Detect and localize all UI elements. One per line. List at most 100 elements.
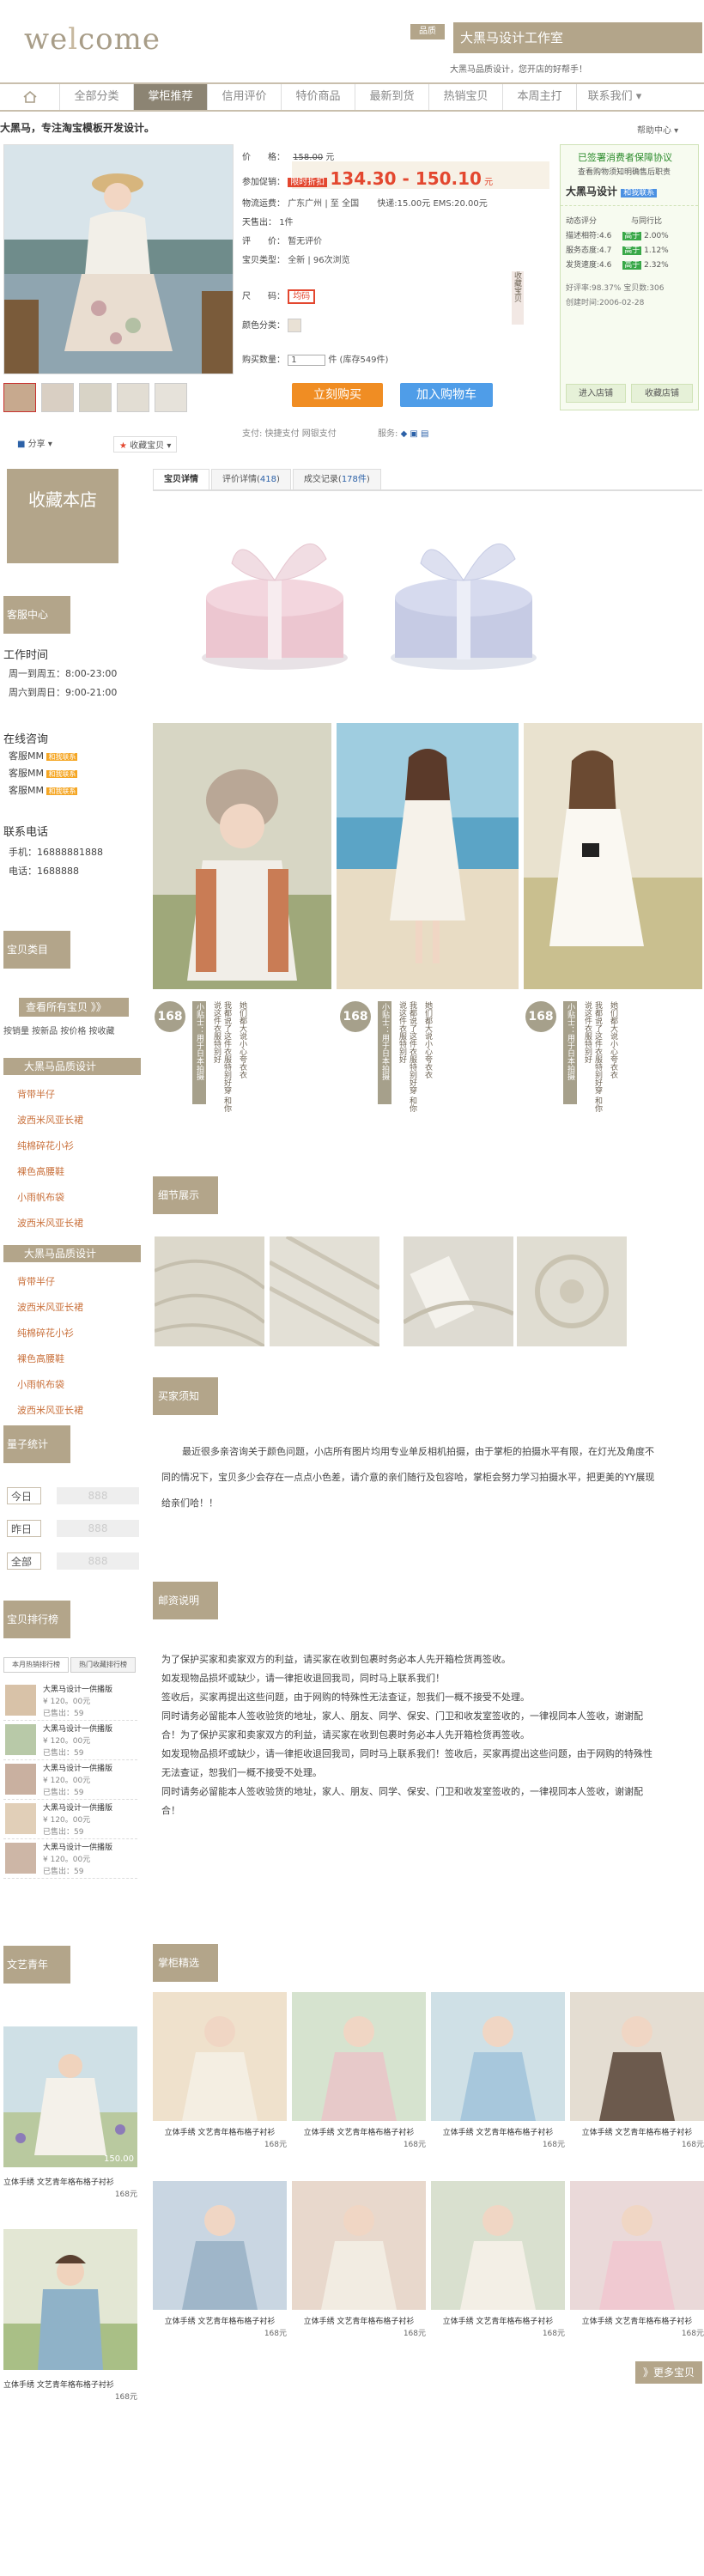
service-head: 客服中心 xyxy=(3,596,70,634)
category-row: 宝贝类型： 全新 | 96次浏览 xyxy=(242,256,350,265)
nav-item[interactable]: 信用评价 xyxy=(208,84,282,110)
notice-head: 买家须知 xyxy=(153,1377,218,1415)
consult-item[interactable]: 客服MM 和我联系 xyxy=(9,781,78,801)
shop-name[interactable]: 大黑马设计工作室 xyxy=(453,22,702,53)
buy-now-button[interactable]: 立刻购买 xyxy=(292,383,383,407)
rank-sold: 已售出：59 xyxy=(43,1710,84,1718)
detail-photo[interactable] xyxy=(517,1236,627,1346)
rank-head: 宝贝排行榜 xyxy=(3,1601,70,1638)
favorite-shop-button[interactable]: 收藏本店 xyxy=(7,469,118,563)
more-button[interactable]: 》更多宝贝 xyxy=(635,2361,702,2384)
enter-shop-button[interactable]: 进入店铺 xyxy=(566,384,626,403)
rank-thumb xyxy=(5,1843,36,1874)
rank-tab-fav[interactable]: 热门收藏排行榜 xyxy=(70,1657,136,1673)
rank-item[interactable]: 大黑马设计一供播版 ¥ 120。00元 已售出：59 xyxy=(3,1839,137,1879)
share-button[interactable]: ■ 分享 ▾ xyxy=(17,436,52,449)
seller-name[interactable]: 大黑马设计 xyxy=(566,185,617,197)
pick-image[interactable] xyxy=(153,2181,287,2310)
detail-photo[interactable] xyxy=(404,1236,513,1346)
rank-thumb xyxy=(5,1764,36,1795)
price-badge: 168 xyxy=(155,1001,185,1032)
product-main-image[interactable] xyxy=(3,144,234,374)
qty-input[interactable]: 1 xyxy=(288,355,326,366)
detail-tabs: 宝贝详情 评价详情(418) 成交记录(178件) xyxy=(153,469,702,491)
guarantee-sub[interactable]: 查看购物须知明确售后职责 xyxy=(561,164,698,177)
rank-title: 大黑马设计一供播版 xyxy=(43,1686,113,1694)
promo-image[interactable]: 150.00 xyxy=(3,2026,137,2167)
pick-caption[interactable]: 立体手绣 文艺青年格布格子衬衫 xyxy=(431,2126,565,2137)
pick-caption[interactable]: 立体手绣 文艺青年格布格子衬衫 xyxy=(153,2315,287,2326)
size-option[interactable]: 均码 xyxy=(288,289,316,304)
nav-home[interactable] xyxy=(0,84,60,110)
sort-links[interactable]: 按销量 按新品 按价格 按收藏 xyxy=(3,1024,115,1036)
rank-price: ¥ 120。00元 xyxy=(43,1816,91,1825)
pick-caption[interactable]: 立体手绣 文艺青年格布格子衬衫 xyxy=(570,2126,704,2137)
pick-caption[interactable]: 立体手绣 文艺青年格布格子衬衫 xyxy=(153,2126,287,2137)
rank-item[interactable]: 大黑马设计一供播版 ¥ 120。00元 已售出：59 xyxy=(3,1721,137,1760)
pick-price: 168元 xyxy=(403,2141,426,2149)
nav-item[interactable]: 热销宝贝 xyxy=(429,84,503,110)
thumbnail[interactable] xyxy=(3,383,36,412)
pick-image[interactable] xyxy=(292,2181,426,2310)
rank-item[interactable]: 大黑马设计一供播版 ¥ 120。00元 已售出：59 xyxy=(3,1760,137,1800)
pick-image[interactable] xyxy=(570,2181,704,2310)
nav-item[interactable]: 本周主打 xyxy=(503,84,577,110)
pick-image[interactable] xyxy=(431,2181,565,2310)
contact-seller[interactable]: 和我联系 xyxy=(621,189,658,197)
guarantee-text: 已签署消费者保障协议 xyxy=(578,152,672,163)
add-to-cart-button[interactable]: 加入购物车 xyxy=(400,383,493,407)
model-photo[interactable] xyxy=(524,723,702,989)
color-swatch[interactable] xyxy=(288,319,302,332)
thumbnail[interactable] xyxy=(155,383,187,412)
collect-side[interactable]: 收藏宝贝 xyxy=(512,271,524,325)
rank-title: 大黑马设计一供播版 xyxy=(43,1844,113,1852)
rank-item[interactable]: 大黑马设计一供播版 ¥ 120。00元 已售出：59 xyxy=(3,1800,137,1839)
shop-badge: 品质 xyxy=(410,24,445,39)
price-badge: 168 xyxy=(525,1001,556,1032)
thumbnail[interactable] xyxy=(41,383,74,412)
price-row: 价 格： 158.00 元 xyxy=(242,153,335,162)
pick-image[interactable] xyxy=(570,1992,704,2121)
promo-image[interactable] xyxy=(3,2229,137,2370)
pick-caption[interactable]: 立体手绣 文艺青年格布格子衬衫 xyxy=(570,2315,704,2326)
notice-text: 最近很多亲咨询关于颜色问题，小店所有图片均用专业单反相机拍摄，由于掌柜的拍摄水平… xyxy=(161,1446,655,1509)
nav-item[interactable]: 全部分类 xyxy=(60,84,134,110)
pick-price: 168元 xyxy=(264,2330,287,2338)
service-row: 服务: ◆ ▣ ▤ xyxy=(378,429,429,439)
help-link[interactable]: 帮助中心 ▾ xyxy=(637,123,678,136)
rank-tab-hot[interactable]: 本月热销排行榜 xyxy=(3,1657,69,1673)
nav-contact[interactable]: 联系我们 ▾ xyxy=(577,84,652,110)
collect-button[interactable]: ★ 收藏宝贝 ▾ xyxy=(113,436,178,453)
category-head: 宝贝类目 xyxy=(3,931,70,969)
detail-photo[interactable] xyxy=(155,1236,264,1346)
nav-item[interactable]: 特价商品 xyxy=(282,84,355,110)
rank-title: 大黑马设计一供播版 xyxy=(43,1804,113,1813)
thumbnail[interactable] xyxy=(79,383,112,412)
thumbnail[interactable] xyxy=(117,383,149,412)
view-all-button[interactable]: 查看所有宝贝 》》 xyxy=(19,998,129,1017)
promo-row: 参加促销： 限时折扣 134.30 - 150.10 元 xyxy=(242,168,494,189)
rank-thumb xyxy=(5,1724,36,1755)
pick-image[interactable] xyxy=(431,1992,565,2121)
pick-caption[interactable]: 立体手绣 文艺青年格布格子衬衫 xyxy=(431,2315,565,2326)
nav-item-active[interactable]: 掌柜推荐 xyxy=(134,84,208,110)
pick-caption[interactable]: 立体手绣 文艺青年格布格子衬衫 xyxy=(292,2126,426,2137)
pick-caption[interactable]: 立体手绣 文艺青年格布格子衬衫 xyxy=(292,2315,426,2326)
rank-price: ¥ 120。00元 xyxy=(43,1737,91,1746)
tab-details[interactable]: 宝贝详情 xyxy=(153,469,209,489)
thumbnail-strip xyxy=(3,383,187,412)
tab-records[interactable]: 成交记录(178件) xyxy=(292,469,381,489)
model-photo[interactable] xyxy=(337,723,519,989)
logo: welcome xyxy=(24,22,161,57)
pick-image[interactable] xyxy=(153,1992,287,2121)
nav-item[interactable]: 最新到货 xyxy=(355,84,429,110)
rank-item[interactable]: 大黑马设计一供播版 ¥ 120。00元 已售出：59 xyxy=(3,1681,137,1721)
detail-photo[interactable] xyxy=(270,1236,379,1346)
rank-title: 大黑马设计一供播版 xyxy=(43,1725,113,1734)
shipping-head: 邮资说明 xyxy=(153,1582,218,1619)
pick-image[interactable] xyxy=(292,1992,426,2121)
model-photo[interactable] xyxy=(153,723,331,989)
stats-head: 量子统计 xyxy=(3,1425,70,1463)
tab-reviews[interactable]: 评价详情(418) xyxy=(211,469,291,489)
fav-shop-button[interactable]: 收藏店铺 xyxy=(631,384,693,403)
